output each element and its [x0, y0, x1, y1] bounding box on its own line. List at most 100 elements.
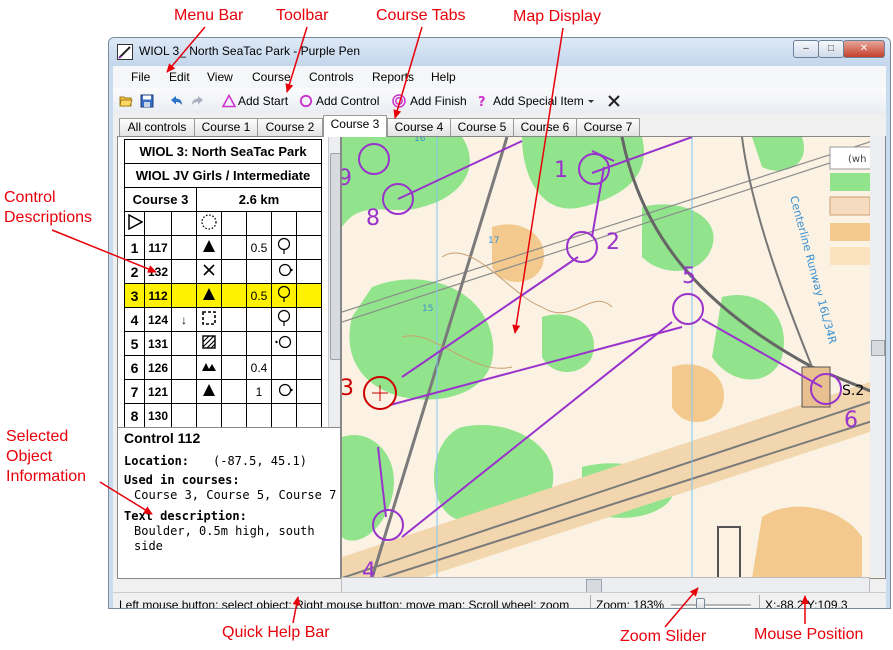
minimize-button[interactable]: –	[793, 40, 819, 58]
feature-symbol	[196, 283, 222, 308]
feature-symbol	[196, 307, 222, 332]
open-folder-icon[interactable]	[119, 94, 133, 108]
add-control-button[interactable]: Add Control	[316, 94, 379, 108]
client-area: File Edit View Course Controls Reports H…	[113, 66, 886, 608]
location-symbol	[271, 259, 297, 284]
other-cell	[296, 283, 322, 308]
add-start-button[interactable]: Add Start	[238, 94, 288, 108]
close-button[interactable]: ✕	[843, 40, 885, 58]
control-sequence-number: 8	[124, 403, 145, 427]
control-label-4: 4	[362, 559, 376, 578]
finish-circle-icon[interactable]	[392, 94, 406, 108]
map-vertical-scrollbar[interactable]	[870, 136, 885, 577]
title-bar: WIOL 3_ North SeaTac Park - Purple Pen –…	[109, 38, 890, 66]
save-icon[interactable]	[140, 94, 154, 108]
location-symbol	[271, 379, 297, 404]
feature-symbol	[196, 379, 222, 404]
tab-course-2[interactable]: Course 2	[257, 118, 323, 136]
description-scroll-thumb[interactable]	[330, 153, 340, 360]
feature-symbol	[196, 355, 222, 380]
quick-help-text: Left mouse button: select object; Right …	[119, 598, 570, 609]
control-label-1: 1	[554, 158, 568, 183]
add-finish-button[interactable]: Add Finish	[410, 94, 467, 108]
control-label-3: 3	[342, 376, 354, 401]
orienteering-map[interactable]: (wh Centerline Runway 16L/34R S.2 16 15 …	[342, 137, 885, 578]
direction-cell	[171, 283, 197, 308]
map-vertical-scroll-thumb[interactable]	[871, 340, 885, 356]
description-row[interactable]: 1 117 0.5	[124, 235, 322, 260]
appearance-cell	[221, 355, 247, 380]
control-circle-icon[interactable]	[299, 94, 313, 108]
dimension-cell	[246, 403, 272, 427]
menu-edit[interactable]: Edit	[169, 70, 190, 84]
menu-help[interactable]: Help	[431, 70, 456, 84]
tab-course-3[interactable]: Course 3	[323, 115, 387, 137]
map-horizontal-scroll-thumb[interactable]	[586, 579, 602, 593]
feature-symbol	[196, 331, 222, 356]
tab-course-6[interactable]: Course 6	[513, 118, 577, 136]
start-row[interactable]	[124, 211, 322, 236]
description-row[interactable]: 7 121 1	[124, 379, 322, 404]
menu-file[interactable]: File	[131, 70, 150, 84]
tab-course-4[interactable]: Course 4	[387, 118, 451, 136]
feature-symbol	[196, 403, 222, 427]
appearance-cell	[221, 307, 247, 332]
description-row[interactable]: 5 131	[124, 331, 322, 356]
info-location-label: Location:	[124, 454, 190, 468]
description-row[interactable]: 2 132	[124, 259, 322, 284]
add-special-item-button[interactable]: Add Special Item	[493, 94, 584, 108]
menu-bar: File Edit View Course Controls Reports H…	[113, 66, 886, 88]
dropdown-arrow-icon[interactable]	[587, 94, 595, 108]
tab-course-7[interactable]: Course 7	[576, 118, 640, 136]
location-symbol	[271, 307, 297, 332]
mouse-position-text: X:-88.2 Y:109.3	[765, 598, 848, 609]
zoom-slider-thumb[interactable]	[696, 598, 705, 608]
location-symbol	[271, 403, 297, 427]
tiny-number-16: 16	[414, 137, 426, 144]
redo-icon[interactable]	[191, 94, 205, 108]
undo-icon[interactable]	[169, 94, 183, 108]
description-scrollbar[interactable]	[328, 137, 340, 427]
control-descriptions-panel[interactable]: WIOL 3: North SeaTac Park WIOL JV Girls …	[117, 136, 341, 428]
direction-cell	[171, 355, 197, 380]
control-code: 117	[144, 235, 172, 260]
control-code: 130	[144, 403, 172, 427]
menu-controls[interactable]: Controls	[309, 70, 354, 84]
zoom-level-text: Zoom: 183%	[596, 598, 665, 609]
direction-cell	[171, 235, 197, 260]
info-text-line-2: side	[134, 539, 163, 553]
description-row[interactable]: 4 124 ↓	[124, 307, 322, 332]
tab-all-controls[interactable]: All controls	[119, 118, 195, 136]
dimension-cell: 0.5	[246, 235, 272, 260]
start-triangle-icon[interactable]	[222, 94, 236, 108]
legend-swatch-orange	[830, 223, 870, 241]
tab-course-5[interactable]: Course 5	[450, 118, 514, 136]
appearance-cell	[221, 331, 247, 356]
question-mark-icon[interactable]: ?	[475, 94, 489, 108]
annotation-zoom-slider: Zoom Slider	[620, 628, 707, 645]
other-cell	[296, 379, 322, 404]
menu-course[interactable]: Course	[252, 70, 291, 84]
location-symbol	[271, 331, 297, 356]
dimension-cell: 0.5	[246, 283, 272, 308]
menu-reports[interactable]: Reports	[372, 70, 414, 84]
purple-pen-app-icon	[117, 44, 133, 60]
other-cell	[296, 355, 322, 380]
menu-view[interactable]: View	[207, 70, 233, 84]
control-code: 112	[144, 283, 172, 308]
description-row[interactable]: 3 112 0.5	[124, 283, 322, 308]
delete-x-icon[interactable]	[607, 94, 621, 108]
maximize-button[interactable]: □	[818, 40, 844, 58]
feature-symbol	[196, 259, 222, 284]
control-label-6: 6	[844, 408, 858, 433]
description-row[interactable]: 8 130	[124, 403, 322, 427]
zoom-slider[interactable]	[671, 598, 751, 608]
description-row[interactable]: 6 126 0.4	[124, 355, 322, 380]
direction-cell	[171, 259, 197, 284]
legend-swatch-green	[830, 173, 870, 191]
appearance-cell	[221, 379, 247, 404]
annotation-toolbar: Toolbar	[276, 7, 329, 24]
tab-course-1[interactable]: Course 1	[194, 118, 258, 136]
location-symbol	[271, 283, 297, 308]
map-display[interactable]: (wh Centerline Runway 16L/34R S.2 16 15 …	[341, 136, 886, 579]
